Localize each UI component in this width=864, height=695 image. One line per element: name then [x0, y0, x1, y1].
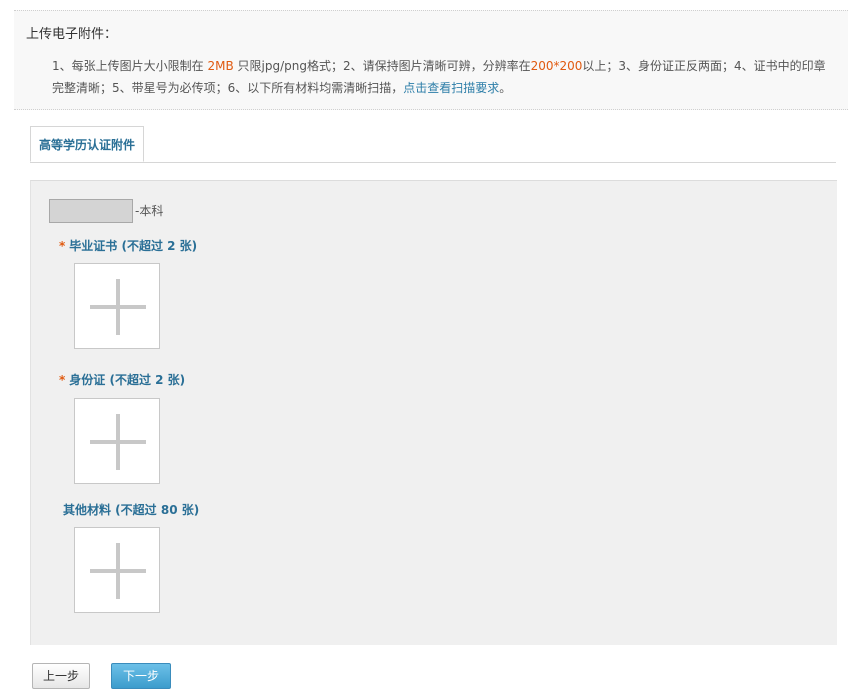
- previous-step-button[interactable]: 上一步: [32, 663, 90, 689]
- section-title: 其他材料 (不超过 80 张): [63, 503, 200, 517]
- upload-attachments-page: 上传电子附件： 1、每张上传图片大小限制在 2MB 只限jpg/png格式；2、…: [0, 0, 864, 695]
- required-marker: *: [59, 239, 66, 253]
- plus-icon: [90, 414, 146, 470]
- notice-text-1c: 以上；3、身份证正反两面；4、证书中的印章: [582, 59, 826, 73]
- notice-body: 1、每张上传图片大小限制在 2MB 只限jpg/png格式；2、请保持图片清晰可…: [52, 55, 842, 99]
- plus-icon: [90, 543, 146, 599]
- degree-level-label: -本科: [135, 204, 164, 218]
- section-label-other-materials: 其他材料 (不超过 80 张): [59, 501, 199, 518]
- upload-other-materials-button[interactable]: [74, 527, 160, 613]
- notice-text-1b: 只限jpg/png格式；2、请保持图片清晰可辨，分辨率在: [233, 59, 531, 73]
- attachment-content: -本科 * 毕业证书 (不超过 2 张) * 身份证 (不超过 2 张) 其他材料 …: [30, 180, 837, 645]
- section-label-id-card: * 身份证 (不超过 2 张): [59, 371, 185, 388]
- section-label-diploma: * 毕业证书 (不超过 2 张): [59, 237, 197, 254]
- scan-requirements-link[interactable]: 点击查看扫描要求: [403, 81, 499, 95]
- size-limit: 2MB: [207, 59, 234, 73]
- notice-text-2b: 。: [499, 81, 512, 95]
- required-marker: *: [59, 373, 66, 387]
- tab-bar: 高等学历认证附件: [30, 126, 836, 163]
- upload-notice: 上传电子附件： 1、每张上传图片大小限制在 2MB 只限jpg/png格式；2、…: [14, 10, 848, 110]
- upload-diploma-button[interactable]: [74, 263, 160, 349]
- next-step-button[interactable]: 下一步: [111, 663, 171, 689]
- tab-higher-education-attachments[interactable]: 高等学历认证附件: [30, 126, 144, 162]
- section-title: 毕业证书 (不超过 2 张): [69, 239, 198, 253]
- notice-title: 上传电子附件：: [26, 27, 118, 42]
- resolution-limit: 200*200: [530, 59, 583, 73]
- notice-text-1a: 1、每张上传图片大小限制在: [52, 59, 208, 73]
- notice-text-2a: 完整清晰；5、带星号为必传项；6、以下所有材料均需清晰扫描，: [52, 81, 404, 95]
- section-title: 身份证 (不超过 2 张): [69, 373, 186, 387]
- degree-name-field: [49, 199, 133, 223]
- plus-icon: [90, 279, 146, 335]
- upload-id-card-button[interactable]: [74, 398, 160, 484]
